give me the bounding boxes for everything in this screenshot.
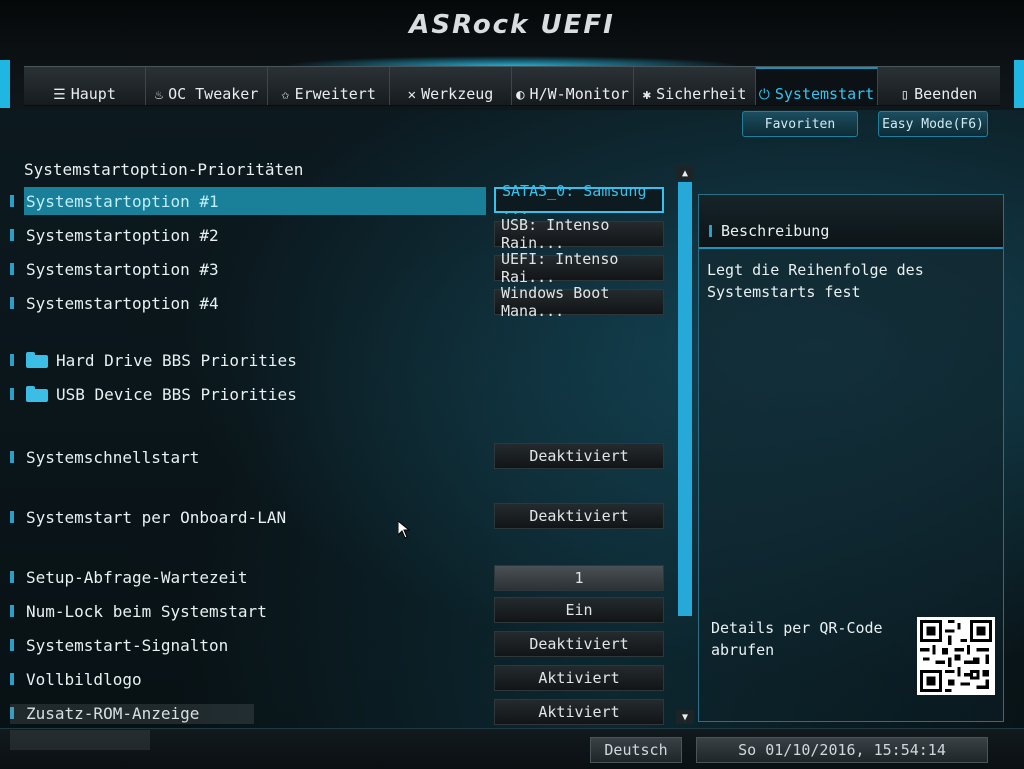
folder-icon	[26, 386, 48, 402]
onboard-lan-value[interactable]: Deaktiviert	[494, 503, 664, 529]
setting-label: Systemstart per Onboard-LAN	[26, 507, 287, 527]
tab-label: Beenden	[914, 85, 978, 103]
description-header: Beschreibung	[699, 195, 1003, 249]
setting-label: Systemstartoption #1	[26, 191, 219, 211]
folder-icon	[26, 352, 48, 368]
boot-option-2-value[interactable]: USB: Intenso Rain...	[494, 216, 664, 252]
shield-icon: ✱	[642, 87, 652, 103]
item-marker	[10, 263, 14, 275]
setting-label: Systemstartoption #4	[26, 293, 219, 313]
scrollbar-thumb[interactable]	[678, 182, 692, 616]
item-marker	[10, 354, 14, 366]
submenu-label: USB Device BBS Priorities	[56, 384, 297, 404]
header: ASRock UEFI ☰ Haupt ♨ OC Tweaker ✩ Erwei…	[0, 0, 1024, 110]
boot-option-3-value[interactable]: UEFI: Intenso Rai...	[494, 250, 664, 286]
item-marker	[709, 225, 712, 237]
section-title: Systemstartoption-Prioritäten	[24, 160, 304, 179]
tab-label: Erweitert	[294, 85, 376, 103]
list-icon: ☰	[53, 87, 66, 103]
fast-boot-value[interactable]: Deaktiviert	[494, 443, 664, 469]
setting-boot-option-3[interactable]: Systemstartoption #3	[10, 255, 480, 283]
tab-bar: ☰ Haupt ♨ OC Tweaker ✩ Erweitert ✕ Werkz…	[24, 66, 1000, 106]
tab-oc-tweaker[interactable]: ♨ OC Tweaker	[146, 67, 268, 105]
item-marker	[10, 297, 14, 309]
scroll-down-arrow-icon[interactable]: ▼	[676, 710, 694, 724]
tab-sicherheit[interactable]: ✱ Sicherheit	[634, 67, 756, 105]
qr-code-icon	[917, 617, 995, 695]
submenu-hard-drive-bbs[interactable]: Hard Drive BBS Priorities	[10, 346, 480, 374]
tab-label: Werkzeug	[421, 85, 494, 103]
date-time-display: So 01/10/2016, 15:54:14	[696, 737, 988, 763]
easy-mode-button[interactable]: Easy Mode(F6)	[878, 111, 988, 137]
item-marker	[10, 195, 14, 207]
tab-haupt[interactable]: ☰ Haupt	[24, 67, 146, 105]
setting-boot-option-2[interactable]: Systemstartoption #2	[10, 221, 480, 249]
setting-boot-option-4[interactable]: Systemstartoption #4	[10, 289, 480, 317]
exit-icon: ▯	[900, 87, 910, 103]
scrollbar[interactable]: ▲ ▼	[676, 166, 694, 724]
tab-beenden[interactable]: ▯ Beenden	[878, 67, 1000, 105]
item-marker	[10, 673, 14, 685]
item-marker	[10, 511, 14, 523]
tab-systemstart[interactable]: ⏻ Systemstart	[756, 67, 878, 105]
left-accent	[0, 60, 10, 108]
setting-setup-prompt-timeout[interactable]: Setup-Abfrage-Wartezeit	[10, 563, 480, 591]
brand-logo: ASRock UEFI	[409, 10, 615, 40]
boot-beep-value[interactable]: Deaktiviert	[494, 631, 664, 657]
power-icon: ⏻	[758, 87, 770, 103]
tab-erweitert[interactable]: ✩ Erweitert	[268, 67, 390, 105]
tab-label: Sicherheit	[656, 85, 747, 103]
setting-fast-boot[interactable]: Systemschnellstart	[10, 443, 480, 471]
mouse-cursor-icon	[398, 521, 410, 539]
tab-label: H/W-Monitor	[529, 85, 629, 103]
tab-label: Systemstart	[774, 85, 875, 103]
setting-label: Systemstartoption #3	[26, 259, 219, 279]
description-text: Legt die Reihenfolge des Systemstarts fe…	[707, 261, 924, 301]
setting-label: Vollbildlogo	[26, 669, 142, 689]
setting-boot-option-1[interactable]: Systemstartoption #1	[10, 187, 486, 215]
numlock-value[interactable]: Ein	[494, 597, 664, 623]
setting-label: Num-Lock beim Systemstart	[26, 601, 267, 621]
full-screen-logo-value[interactable]: Aktiviert	[494, 665, 664, 691]
item-marker	[10, 451, 14, 463]
setting-boot-beep[interactable]: Systemstart-Signalton	[10, 631, 480, 659]
description-title: Beschreibung	[721, 222, 830, 240]
monitor-icon: ◐	[516, 87, 525, 103]
tab-label: Haupt	[70, 85, 116, 103]
setting-label: Systemschnellstart	[26, 447, 200, 467]
item-marker	[10, 388, 14, 400]
submenu-label: Hard Drive BBS Priorities	[56, 350, 297, 370]
item-marker	[10, 639, 14, 651]
setting-label: Setup-Abfrage-Wartezeit	[26, 567, 248, 587]
star-icon: ✩	[281, 87, 290, 103]
tab-label: OC Tweaker	[168, 85, 259, 103]
language-button[interactable]: Deutsch	[590, 737, 682, 763]
description-panel: Beschreibung Legt die Reihenfolge des Sy…	[698, 194, 1004, 722]
setting-label: Systemstartoption #2	[26, 225, 219, 245]
qr-code-caption: Details per QR-Code abrufen	[711, 619, 883, 659]
watermark-logo	[10, 704, 254, 750]
item-marker	[10, 605, 14, 617]
tab-hw-monitor[interactable]: ◐ H/W-Monitor	[512, 67, 634, 105]
tools-icon: ✕	[407, 87, 417, 103]
setup-prompt-timeout-input[interactable]: 1	[494, 565, 664, 591]
setting-label: Systemstart-Signalton	[26, 635, 229, 655]
addon-rom-display-value[interactable]: Aktiviert	[494, 699, 664, 725]
boot-option-1-value[interactable]: SATA3_0: Samsung ...	[494, 182, 664, 218]
flame-icon: ♨	[154, 87, 164, 103]
scroll-up-arrow-icon[interactable]: ▲	[676, 166, 694, 180]
tab-werkzeug[interactable]: ✕ Werkzeug	[390, 67, 512, 105]
submenu-usb-device-bbs[interactable]: USB Device BBS Priorities	[10, 380, 480, 408]
boot-option-4-value[interactable]: Windows Boot Mana...	[494, 284, 664, 320]
favorites-button[interactable]: Favoriten	[742, 111, 858, 137]
item-marker	[10, 571, 14, 583]
right-accent	[1014, 60, 1024, 108]
setting-numlock[interactable]: Num-Lock beim Systemstart	[10, 597, 480, 625]
setting-full-screen-logo[interactable]: Vollbildlogo	[10, 665, 480, 693]
item-marker	[10, 229, 14, 241]
